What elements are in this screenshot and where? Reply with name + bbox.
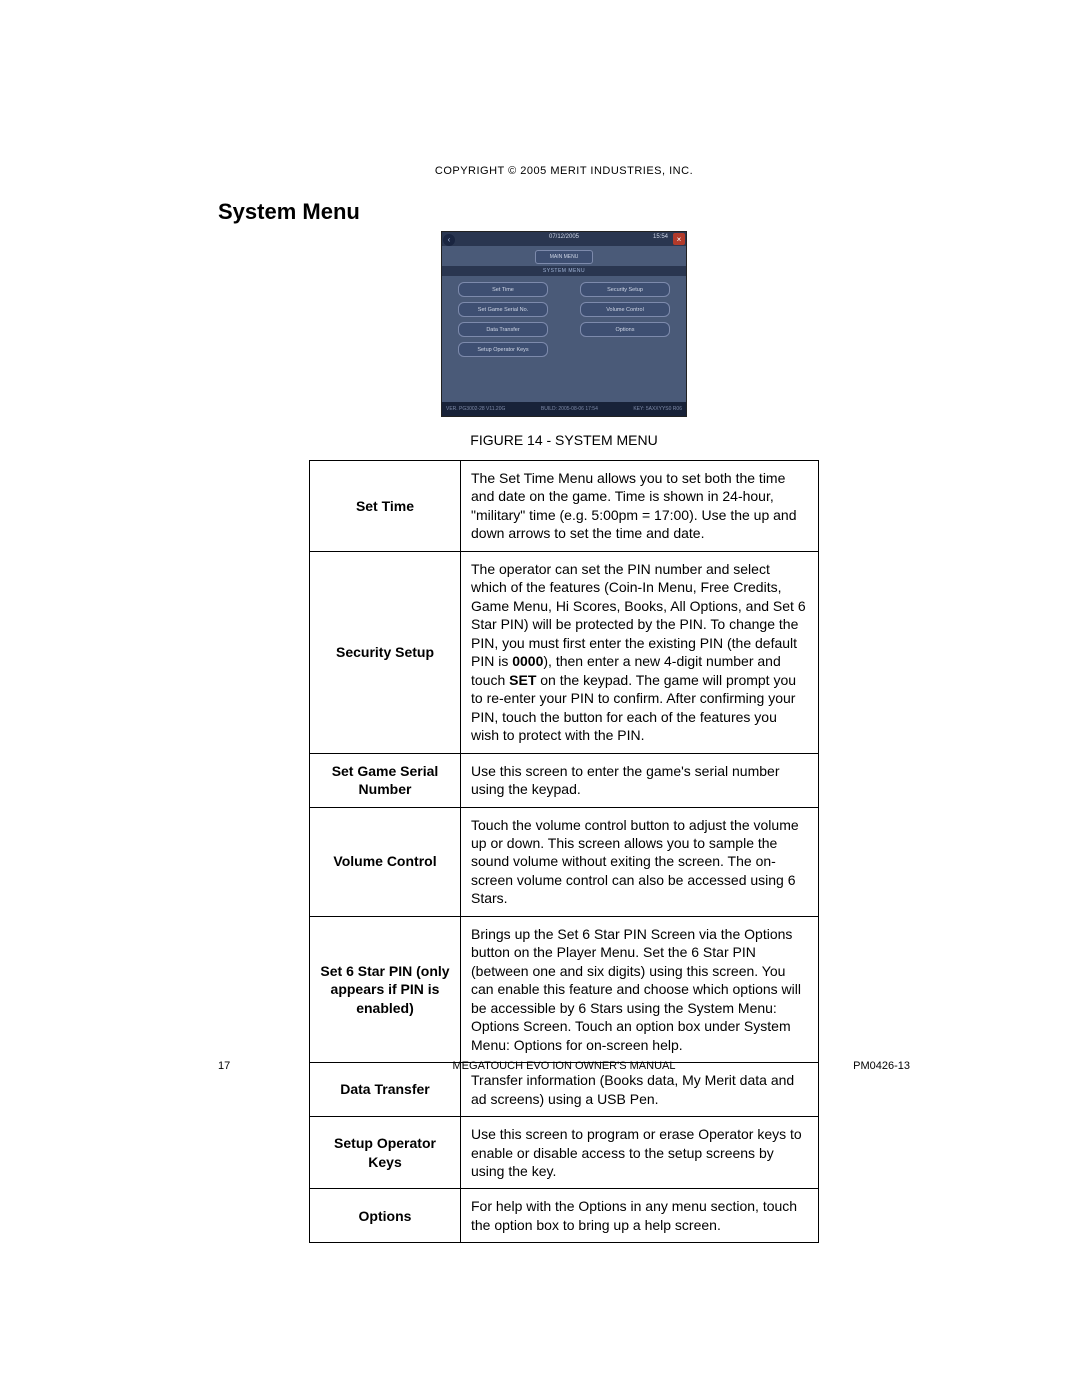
row-text: Brings up the Set 6 Star PIN Screen via … <box>461 916 819 1062</box>
row-text: The Set Time Menu allows you to set both… <box>461 461 819 552</box>
row-label: Setup Operator Keys <box>310 1117 461 1189</box>
btn-volume-control: Volume Control <box>580 302 670 317</box>
screenshot-foot-left: VER. PG3002-28 V11.20G <box>446 406 505 412</box>
table-row: Set 6 Star PIN (only appears if PIN is e… <box>310 916 819 1062</box>
page-footer: 17 MEGATOUCH EVO ION OWNER'S MANUAL PM04… <box>218 1060 910 1072</box>
btn-options: Options <box>580 322 670 337</box>
row-label: Security Setup <box>310 551 461 753</box>
table-row: Set Game Serial NumberUse this screen to… <box>310 753 819 807</box>
footer-doc-id: PM0426-13 <box>853 1060 910 1072</box>
btn-data-transfer: Data Transfer <box>458 322 548 337</box>
section-label: SYSTEM MENU <box>442 266 686 276</box>
page-number: 17 <box>218 1060 230 1072</box>
row-text: Touch the volume control button to adjus… <box>461 807 819 916</box>
row-text: The operator can set the PIN number and … <box>461 551 819 753</box>
row-label: Set Time <box>310 461 461 552</box>
close-icon: × <box>673 233 685 245</box>
back-icon: ‹ <box>443 234 455 246</box>
row-label: Options <box>310 1189 461 1243</box>
footer-title: MEGATOUCH EVO ION OWNER'S MANUAL <box>453 1060 676 1072</box>
row-label: Set Game Serial Number <box>310 753 461 807</box>
copyright-line: COPYRIGHT © 2005 MERIT INDUSTRIES, INC. <box>218 165 910 177</box>
row-text: Use this screen to program or erase Oper… <box>461 1117 819 1189</box>
system-menu-screenshot: ‹ 07/12/2005 15:54 × MAIN MENU SYSTEM ME… <box>441 231 687 417</box>
figure-wrap: ‹ 07/12/2005 15:54 × MAIN MENU SYSTEM ME… <box>218 231 910 448</box>
table-row: Volume ControlTouch the volume control b… <box>310 807 819 916</box>
figure-caption: FIGURE 14 - SYSTEM MENU <box>218 432 910 448</box>
section-title: System Menu <box>218 199 910 225</box>
table-row: Setup Operator KeysUse this screen to pr… <box>310 1117 819 1189</box>
row-label: Volume Control <box>310 807 461 916</box>
btn-set-time: Set Time <box>458 282 548 297</box>
manual-page: COPYRIGHT © 2005 MERIT INDUSTRIES, INC. … <box>0 0 1080 1397</box>
btn-set-game-serial: Set Game Serial No. <box>458 302 548 317</box>
main-menu-button: MAIN MENU <box>535 250 593 264</box>
btn-setup-operator-keys: Setup Operator Keys <box>458 342 548 357</box>
screenshot-foot-right: KEY: 5AXXYYS0 R06 <box>633 406 682 412</box>
row-label: Set 6 Star PIN (only appears if PIN is e… <box>310 916 461 1062</box>
btn-security-setup: Security Setup <box>580 282 670 297</box>
row-text: For help with the Options in any menu se… <box>461 1189 819 1243</box>
screenshot-date: 07/12/2005 <box>549 234 579 240</box>
table-row: Security SetupThe operator can set the P… <box>310 551 819 753</box>
screenshot-foot-mid: BUILD: 2005-08-06 17:54 <box>541 406 598 412</box>
screenshot-time: 15:54 <box>653 234 668 240</box>
row-text: Use this screen to enter the game's seri… <box>461 753 819 807</box>
table-row: Set TimeThe Set Time Menu allows you to … <box>310 461 819 552</box>
table-row: OptionsFor help with the Options in any … <box>310 1189 819 1243</box>
description-table: Set TimeThe Set Time Menu allows you to … <box>309 460 819 1243</box>
